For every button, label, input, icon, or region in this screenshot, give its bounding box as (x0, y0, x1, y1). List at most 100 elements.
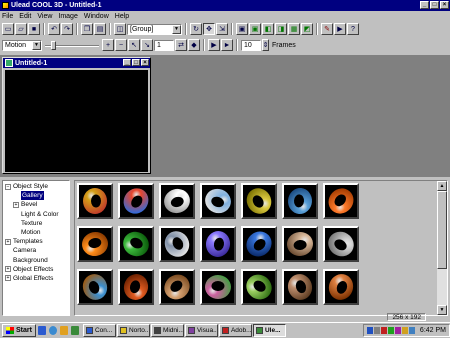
gallery-thumbnail[interactable] (200, 226, 236, 262)
preview-icon[interactable]: ▶ (334, 23, 346, 35)
doc-close-button[interactable]: × (141, 59, 149, 66)
move-icon[interactable]: ✥ (203, 23, 215, 35)
gallery-thumbnail[interactable] (282, 226, 318, 262)
render-green-icon[interactable]: ▣ (249, 23, 261, 35)
document-title-bar[interactable]: Untitled-1 _ □ × (3, 58, 150, 68)
tray-network-icon[interactable] (366, 327, 373, 334)
gallery-thumbnail[interactable] (118, 226, 154, 262)
gallery-thumbnail[interactable] (241, 226, 277, 262)
quicklaunch-app-icon[interactable] (37, 326, 46, 335)
light-icon[interactable]: ◧ (262, 23, 274, 35)
expand-icon[interactable]: + (5, 266, 11, 273)
maximize-button[interactable]: □ (430, 1, 439, 9)
help-icon[interactable]: ? (347, 23, 359, 35)
tree-item[interactable]: Light & Color (3, 210, 69, 219)
menu-edit[interactable]: Edit (19, 13, 31, 20)
gallery-thumbnail[interactable] (118, 183, 154, 219)
gallery-thumbnail[interactable] (200, 269, 236, 305)
loop-icon[interactable]: ◆ (188, 39, 200, 51)
scroll-up-icon[interactable]: ▲ (437, 181, 447, 191)
quicklaunch-ie-icon[interactable] (48, 326, 57, 335)
open-file-icon[interactable]: ▱ (15, 23, 27, 35)
spin-icon[interactable]: ⇕ (262, 39, 269, 51)
start-button[interactable]: Start (2, 324, 36, 337)
collapse-icon[interactable]: − (5, 183, 11, 190)
tray-app-icon[interactable] (380, 327, 387, 334)
gallery-thumbnail[interactable] (159, 183, 195, 219)
quicklaunch-outlook-icon[interactable] (59, 326, 68, 335)
doc-maximize-button[interactable]: □ (132, 59, 140, 66)
motion-combo[interactable]: Motion ▼ (2, 39, 42, 51)
frame-field[interactable]: 1 (154, 39, 174, 51)
expand-icon[interactable]: + (5, 238, 11, 245)
gallery-scrollbar[interactable]: ▲ ▼ (437, 181, 447, 315)
tree-item[interactable]: + Bevel (3, 200, 69, 209)
plugin-icon[interactable]: ✎ (321, 23, 333, 35)
menu-file[interactable]: File (2, 13, 13, 20)
gallery-thumbnail[interactable] (282, 269, 318, 305)
undo-icon[interactable]: ↶ (48, 23, 60, 35)
texture-icon[interactable]: ▦ (288, 23, 300, 35)
save-icon[interactable]: ■ (28, 23, 40, 35)
expand-icon[interactable]: + (5, 275, 11, 282)
expand-icon[interactable]: + (13, 201, 19, 208)
tray-volume-icon[interactable] (401, 327, 408, 334)
swap-icon[interactable]: ⇄ (175, 39, 187, 51)
scroll-thumb[interactable] (437, 191, 447, 269)
taskbar-button[interactable]: Visua... (184, 324, 218, 337)
gallery-thumbnail[interactable] (118, 269, 154, 305)
gallery-thumbnail[interactable] (77, 226, 113, 262)
chevron-down-icon[interactable]: ▼ (32, 40, 41, 50)
gallery-thumbnail[interactable] (159, 226, 195, 262)
render-canvas[interactable] (5, 70, 148, 172)
size-icon[interactable]: ⇲ (216, 23, 228, 35)
stop-icon[interactable]: ► (221, 39, 233, 51)
new-file-icon[interactable]: ▭ (2, 23, 14, 35)
quicklaunch-desktop-icon[interactable] (70, 326, 79, 335)
tree-item[interactable]: + Object Effects (3, 265, 69, 274)
keyframe-next-icon[interactable]: ↘ (141, 39, 153, 51)
shadow-icon[interactable]: ◨ (275, 23, 287, 35)
tray-monitor-icon[interactable] (373, 327, 380, 334)
keyframe-prev-icon[interactable]: ↖ (128, 39, 140, 51)
gallery-thumbnail[interactable] (77, 183, 113, 219)
gallery-thumbnail[interactable] (323, 226, 359, 262)
clock[interactable]: 6:42 PM (420, 327, 446, 334)
tree-item[interactable]: Background (3, 256, 69, 265)
tree-item[interactable]: − Object Style (3, 182, 69, 191)
gallery-thumbnail[interactable] (200, 183, 236, 219)
tree-item[interactable]: Motion (3, 228, 69, 237)
object-combo[interactable]: [Group] ▼ (127, 23, 182, 35)
add-keyframe-icon[interactable]: + (102, 39, 114, 51)
gallery-thumbnail[interactable] (159, 269, 195, 305)
tree-item[interactable]: Gallery (3, 191, 69, 201)
minimize-button[interactable]: _ (420, 1, 429, 9)
gallery-thumbnail[interactable] (241, 269, 277, 305)
tree-item[interactable]: Texture (3, 219, 69, 228)
insert-object-icon[interactable]: ◫ (114, 23, 126, 35)
tree-item[interactable]: + Templates (3, 237, 69, 246)
gallery-thumbnail[interactable] (323, 183, 359, 219)
timeline-slider[interactable] (43, 40, 101, 51)
gallery-thumbnail[interactable] (282, 183, 318, 219)
render-icon[interactable]: ▣ (236, 23, 248, 35)
doc-minimize-button[interactable]: _ (123, 59, 131, 66)
tree-item[interactable]: + Global Effects (3, 274, 69, 283)
bevel-icon[interactable]: ◩ (301, 23, 313, 35)
taskbar-button[interactable]: Norto... (116, 324, 150, 337)
gallery-thumbnail[interactable] (241, 183, 277, 219)
frames-count-field[interactable]: 10 (241, 39, 261, 51)
chevron-down-icon[interactable]: ▼ (172, 24, 181, 34)
copy-icon[interactable]: ❐ (81, 23, 93, 35)
taskbar-button[interactable]: Con... (82, 324, 116, 337)
gallery-thumbnail[interactable] (323, 269, 359, 305)
play-icon[interactable]: ▶ (208, 39, 220, 51)
taskbar-button[interactable]: Adob... (218, 324, 252, 337)
menu-image[interactable]: Image (58, 13, 77, 20)
close-button[interactable]: × (440, 1, 449, 9)
taskbar-button[interactable]: Midni... (150, 324, 184, 337)
slider-thumb[interactable] (51, 40, 56, 50)
tray-media-icon[interactable] (394, 327, 401, 334)
paste-icon[interactable]: ▤ (94, 23, 106, 35)
tree-item[interactable]: Camera (3, 246, 69, 255)
